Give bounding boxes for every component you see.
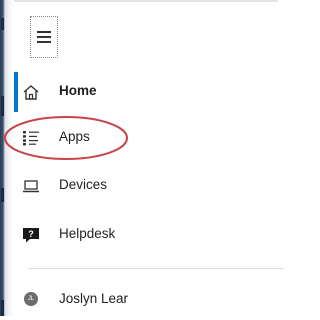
nav-item-devices[interactable]: Devices (14, 166, 278, 206)
hamburger-icon-line (37, 41, 51, 43)
laptop-icon (23, 180, 39, 193)
hamburger-icon-line (37, 36, 51, 38)
nav-item-home[interactable]: Home (14, 72, 278, 112)
hamburger-menu-button[interactable] (30, 16, 58, 58)
nav-item-label: Home (59, 83, 97, 98)
edge-mark (1, 96, 4, 116)
edge-mark (1, 300, 4, 316)
help-icon: ? (23, 228, 39, 243)
hamburger-icon (37, 31, 51, 33)
user-name: Joslyn Lear (59, 291, 129, 306)
active-indicator (14, 72, 18, 112)
nav-item-label: Helpdesk (59, 226, 116, 241)
edge-mark (1, 188, 4, 202)
svg-text:?: ? (28, 229, 34, 239)
edge-mark (1, 18, 4, 30)
nav-item-label: Devices (59, 177, 108, 192)
home-icon (23, 85, 39, 100)
nav-item-helpdesk[interactable]: ? Helpdesk (14, 215, 278, 255)
nav-item-user[interactable]: JL Joslyn Lear (14, 280, 278, 320)
avatar: JL (24, 292, 38, 306)
highlight-ellipse (4, 116, 128, 160)
nav-divider (28, 268, 284, 269)
